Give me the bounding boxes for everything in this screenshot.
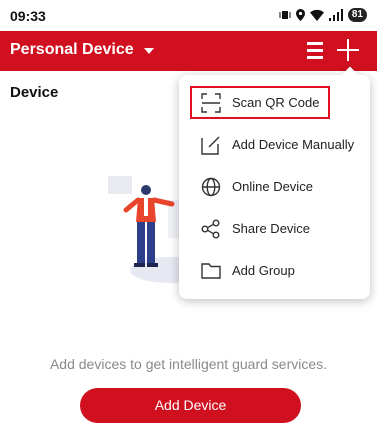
- menu-item-label: Add Group: [232, 263, 295, 278]
- status-bar: 09:33 81: [0, 0, 377, 31]
- menu-item-label: Share Device: [232, 221, 311, 236]
- device-group-selector[interactable]: Personal Device: [10, 41, 154, 59]
- menu-item-label: Online Device: [232, 179, 313, 194]
- signal-icon: [328, 9, 343, 21]
- folder-icon: [201, 263, 221, 279]
- wifi-icon: [309, 9, 324, 21]
- globe-icon: [201, 177, 221, 197]
- add-device-button[interactable]: Add Device: [80, 388, 301, 423]
- empty-state-message: Add devices to get intelligent guard ser…: [49, 356, 328, 372]
- mute-vibrate-icon: [279, 11, 291, 19]
- highlight-box: [190, 86, 330, 119]
- list-icon[interactable]: [307, 42, 323, 59]
- status-icons: 81: [279, 7, 367, 23]
- battery-icon: 81: [347, 8, 367, 22]
- menu-item-share-device[interactable]: Share Device: [179, 208, 370, 250]
- triangle-down-icon: [143, 48, 154, 54]
- location-icon: [295, 9, 305, 21]
- app-title: Personal Device: [10, 41, 134, 58]
- edit-icon: [201, 136, 220, 155]
- menu-item-label: Add Device Manually: [232, 137, 355, 152]
- share-icon: [201, 219, 220, 239]
- section-title: Device: [10, 84, 59, 101]
- menu-item-online-device[interactable]: Online Device: [179, 166, 370, 208]
- app-bar: Personal Device: [0, 31, 377, 71]
- menu-item-add-group[interactable]: Add Group: [179, 250, 370, 292]
- menu-item-add-device-manually[interactable]: Add Device Manually: [179, 124, 370, 166]
- plus-icon[interactable]: [337, 39, 359, 61]
- status-time: 09:33: [10, 8, 46, 24]
